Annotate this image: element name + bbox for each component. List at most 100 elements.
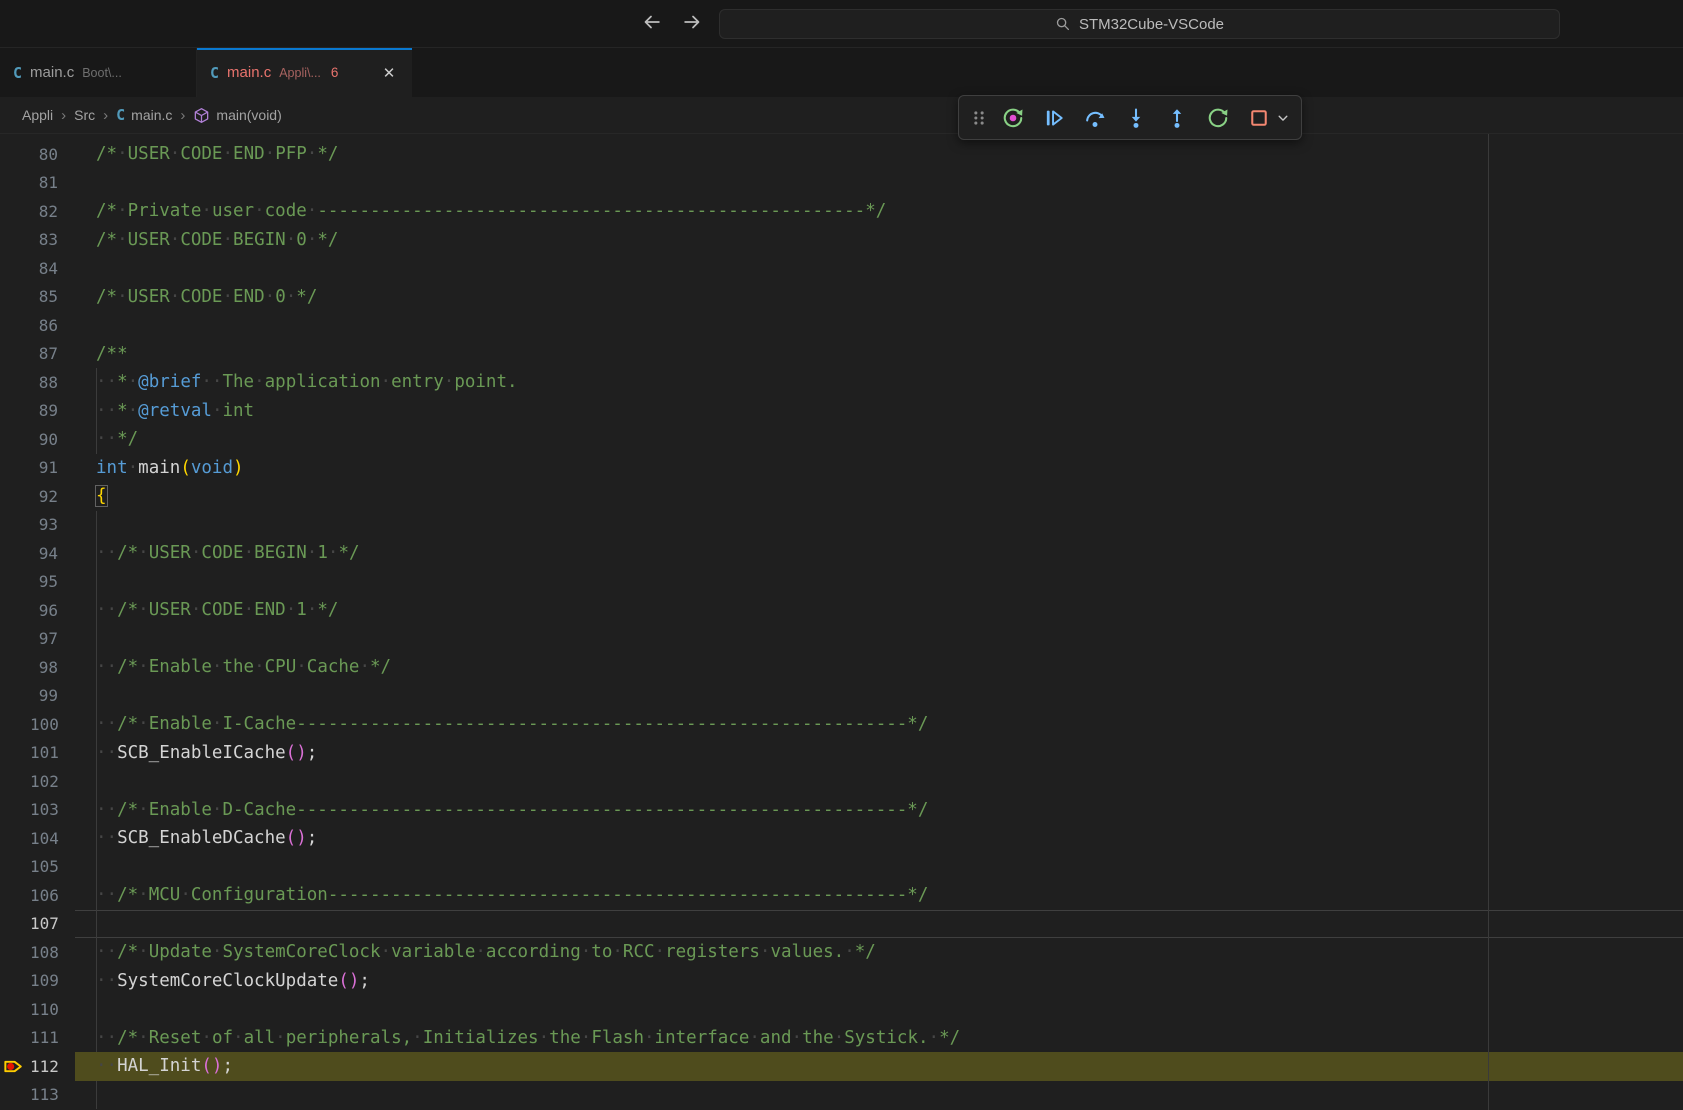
code-line-90[interactable]: 90··*/ [0, 425, 1683, 454]
glyph-margin[interactable] [0, 967, 30, 996]
glyph-margin[interactable] [0, 140, 30, 169]
line-number[interactable]: 101 [30, 743, 58, 762]
code-line-102[interactable]: 102 [0, 767, 1683, 796]
line-number[interactable]: 99 [30, 686, 58, 705]
line-number[interactable]: 106 [30, 886, 58, 905]
code-line-107[interactable]: 107 [0, 910, 1683, 939]
glyph-margin[interactable] [0, 397, 30, 426]
glyph-margin[interactable] [0, 511, 30, 540]
glyph-margin[interactable] [0, 910, 30, 939]
tab-main-c-appli[interactable]: C main.c Appli\... 6 ✕ [197, 48, 412, 97]
code-line-111[interactable]: 111··/*·Reset·of·all·peripherals,·Initia… [0, 1024, 1683, 1053]
glyph-margin[interactable] [0, 340, 30, 369]
line-number[interactable]: 95 [30, 572, 58, 591]
glyph-margin[interactable] [0, 938, 30, 967]
glyph-margin[interactable] [0, 596, 30, 625]
navigate-back-button[interactable] [638, 10, 666, 38]
glyph-margin[interactable] [0, 197, 30, 226]
code-line-84[interactable]: 84 [0, 254, 1683, 283]
code-line-110[interactable]: 110 [0, 995, 1683, 1024]
breadcrumb-item-main-c[interactable]: C main.c [116, 106, 172, 124]
line-number[interactable]: 87 [30, 344, 58, 363]
glyph-margin[interactable] [0, 368, 30, 397]
code-line-89[interactable]: 89··*·@retval·int [0, 397, 1683, 426]
code-line-81[interactable]: 81 [0, 169, 1683, 198]
code-line-106[interactable]: 106··/*·MCU·Configuration---------------… [0, 881, 1683, 910]
glyph-margin[interactable] [0, 454, 30, 483]
code-line-97[interactable]: 97 [0, 625, 1683, 654]
line-number[interactable]: 107 [30, 914, 58, 933]
toolbar-drag-handle-button[interactable] [968, 101, 990, 135]
more-debug-actions-button[interactable] [1274, 101, 1292, 135]
line-number[interactable]: 84 [30, 259, 58, 278]
code-line-104[interactable]: 104··SCB_EnableDCache(); [0, 824, 1683, 853]
code-line-82[interactable]: 82/*·Private·user·code·-----------------… [0, 197, 1683, 226]
line-number[interactable]: 103 [30, 800, 58, 819]
glyph-margin[interactable] [0, 283, 30, 312]
command-center-search[interactable]: STM32Cube-VSCode [719, 9, 1560, 39]
glyph-margin[interactable] [0, 767, 30, 796]
reset-device-button[interactable] [995, 101, 1031, 135]
line-number[interactable]: 81 [30, 173, 58, 192]
code-line-98[interactable]: 98··/*·Enable·the·CPU·Cache·*/ [0, 653, 1683, 682]
line-number[interactable]: 105 [30, 857, 58, 876]
glyph-margin[interactable] [0, 739, 30, 768]
line-number[interactable]: 83 [30, 230, 58, 249]
code-line-80[interactable]: 80/*·USER·CODE·END·PFP·*/ [0, 140, 1683, 169]
glyph-margin[interactable] [0, 710, 30, 739]
line-number[interactable]: 109 [30, 971, 58, 990]
line-number[interactable]: 88 [30, 373, 58, 392]
step-out-button[interactable] [1159, 101, 1195, 135]
breadcrumb-item-src[interactable]: Src [74, 107, 95, 123]
line-number[interactable]: 110 [30, 1000, 58, 1019]
line-number[interactable]: 113 [30, 1085, 58, 1104]
step-into-button[interactable] [1118, 101, 1154, 135]
glyph-margin[interactable] [0, 254, 30, 283]
code-line-87[interactable]: 87/** [0, 340, 1683, 369]
glyph-margin[interactable] [0, 1024, 30, 1053]
line-number[interactable]: 86 [30, 316, 58, 335]
code-line-105[interactable]: 105 [0, 853, 1683, 882]
glyph-margin[interactable] [0, 853, 30, 882]
code-line-92[interactable]: 92{ [0, 482, 1683, 511]
line-number[interactable]: 112 [30, 1057, 58, 1076]
line-number[interactable]: 93 [30, 515, 58, 534]
glyph-margin[interactable] [0, 482, 30, 511]
line-number[interactable]: 111 [30, 1028, 58, 1047]
glyph-margin[interactable] [0, 1081, 30, 1110]
code-editor[interactable]: 80/*·USER·CODE·END·PFP·*/ 81 82/*·Private·… [0, 134, 1683, 1110]
line-number[interactable]: 102 [30, 772, 58, 791]
glyph-margin[interactable] [0, 824, 30, 853]
glyph-margin[interactable] [0, 226, 30, 255]
close-tab-icon[interactable]: ✕ [379, 63, 399, 83]
continue-button[interactable] [1036, 101, 1072, 135]
line-number[interactable]: 98 [30, 658, 58, 677]
code-line-83[interactable]: 83/*·USER·CODE·BEGIN·0·*/ [0, 226, 1683, 255]
line-number[interactable]: 100 [30, 715, 58, 734]
line-number[interactable]: 89 [30, 401, 58, 420]
glyph-margin[interactable] [0, 568, 30, 597]
glyph-margin[interactable] [0, 995, 30, 1024]
navigate-forward-button[interactable] [678, 10, 706, 38]
glyph-margin[interactable] [0, 881, 30, 910]
line-number[interactable]: 82 [30, 202, 58, 221]
glyph-margin[interactable] [0, 796, 30, 825]
breadcrumb-item-main-void[interactable]: main(void) [193, 107, 281, 124]
code-line-96[interactable]: 96··/*·USER·CODE·END·1·*/ [0, 596, 1683, 625]
code-line-100[interactable]: 100··/*·Enable·I-Cache------------------… [0, 710, 1683, 739]
line-number[interactable]: 108 [30, 943, 58, 962]
glyph-margin[interactable] [0, 539, 30, 568]
code-line-101[interactable]: 101··SCB_EnableICache(); [0, 739, 1683, 768]
line-number[interactable]: 85 [30, 287, 58, 306]
line-number[interactable]: 80 [30, 145, 58, 164]
code-line-91[interactable]: 91int·main(void) [0, 454, 1683, 483]
glyph-margin[interactable] [0, 169, 30, 198]
code-line-93[interactable]: 93 [0, 511, 1683, 540]
breadcrumb-item-appli[interactable]: Appli [22, 107, 53, 123]
glyph-margin[interactable] [0, 682, 30, 711]
code-line-109[interactable]: 109··SystemCoreClockUpdate(); [0, 967, 1683, 996]
line-number[interactable]: 104 [30, 829, 58, 848]
code-line-88[interactable]: 88··*·@brief··The·application·entry·poin… [0, 368, 1683, 397]
tab-main-c-boot[interactable]: C main.c Boot\... [0, 48, 197, 97]
glyph-margin[interactable] [0, 653, 30, 682]
